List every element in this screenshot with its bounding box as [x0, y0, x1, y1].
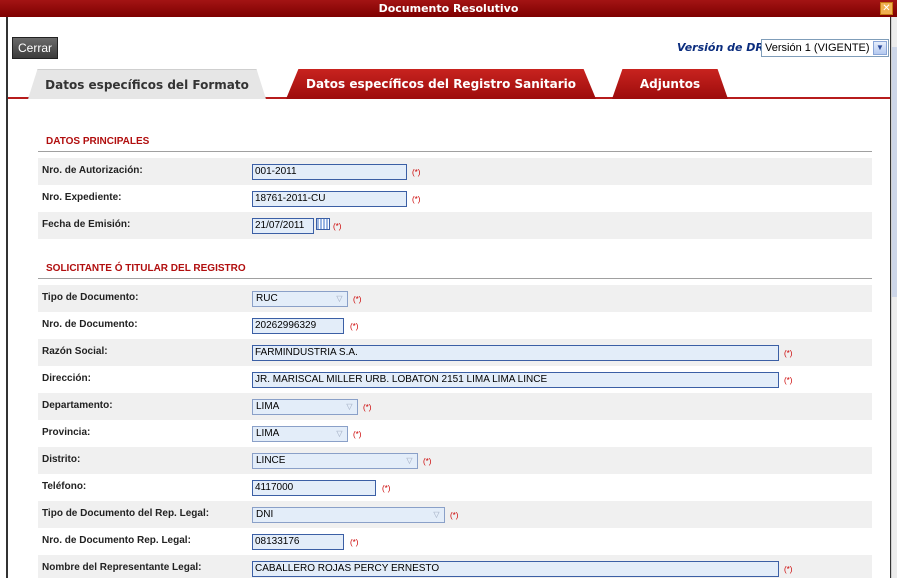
chevron-down-icon[interactable]: ▼ — [873, 41, 887, 55]
provincia-select[interactable]: LIMA ▽ — [252, 426, 348, 442]
section-title-solicitante: SOLICITANTE Ó TITULAR DEL REGISTRO — [46, 263, 246, 274]
chevron-down-icon[interactable]: ▽ — [430, 509, 443, 521]
required-marker: (*) — [784, 565, 793, 574]
form-row-departamento: Departamento: LIMA ▽ (*) — [38, 393, 872, 420]
razon-social-input[interactable]: FARMINDUSTRIA S.A. — [252, 345, 779, 361]
field-label: Nombre del Representante Legal: — [42, 562, 202, 573]
required-marker: (*) — [350, 322, 359, 331]
form-row-telefono: Teléfono: 4117000 (*) — [38, 474, 872, 501]
field-label: Tipo de Documento: — [42, 292, 139, 303]
form-row-nombre-rep: Nombre del Representante Legal: CABALLER… — [38, 555, 872, 578]
field-label: Departamento: — [42, 400, 113, 411]
version-select[interactable]: Versión 1 (VIGENTE) ▼ — [761, 39, 889, 57]
required-marker: (*) — [784, 376, 793, 385]
close-icon[interactable]: ✕ — [880, 2, 893, 15]
tipo-doc-rep-select[interactable]: DNI ▽ — [252, 507, 445, 523]
window-title-bar: Documento Resolutivo ✕ — [0, 0, 897, 17]
field-label: Nro. Expediente: — [42, 192, 122, 203]
form-row-nro-autorizacion: Nro. de Autorización: 001-2011 (*) — [38, 158, 872, 185]
departamento-select[interactable]: LIMA ▽ — [252, 399, 358, 415]
section-divider — [38, 278, 872, 279]
chevron-down-icon[interactable]: ▽ — [333, 428, 346, 440]
required-marker: (*) — [353, 295, 362, 304]
nombre-rep-input[interactable]: CABALLERO ROJAS PERCY ERNESTO — [252, 561, 779, 577]
field-label: Nro. de Documento Rep. Legal: — [42, 535, 191, 546]
tipo-documento-select[interactable]: RUC ▽ — [252, 291, 348, 307]
form-row-nro-expediente: Nro. Expediente: 18761-2011-CU (*) — [38, 185, 872, 212]
required-marker: (*) — [350, 538, 359, 547]
vertical-scrollbar[interactable] — [891, 17, 897, 578]
nro-expediente-input[interactable]: 18761-2011-CU — [252, 191, 407, 207]
required-marker: (*) — [423, 457, 432, 466]
required-marker: (*) — [412, 195, 421, 204]
required-marker: (*) — [353, 430, 362, 439]
required-marker: (*) — [363, 403, 372, 412]
select-value: LIMA — [256, 428, 280, 439]
form-row-nro-doc-rep: Nro. de Documento Rep. Legal: 08133176 (… — [38, 528, 872, 555]
field-label: Teléfono: — [42, 481, 87, 492]
tab-adjuntos[interactable]: Adjuntos — [612, 69, 728, 99]
tab-bar: Datos específicos del Formato Datos espe… — [8, 69, 890, 99]
chevron-down-icon[interactable]: ▽ — [343, 401, 356, 413]
section-title-datos-principales: DATOS PRINCIPALES — [46, 136, 150, 147]
chevron-down-icon[interactable]: ▽ — [333, 293, 346, 305]
calendar-icon[interactable] — [316, 218, 330, 230]
select-value: DNI — [256, 509, 274, 520]
field-label: Tipo de Documento del Rep. Legal: — [42, 508, 210, 519]
form-row-razon-social: Razón Social: FARMINDUSTRIA S.A. (*) — [38, 339, 872, 366]
required-marker: (*) — [450, 511, 459, 520]
select-value: LIMA — [256, 401, 280, 412]
version-label: Versión de DR: — [677, 41, 769, 54]
field-label: Dirección: — [42, 373, 91, 384]
nro-doc-rep-input[interactable]: 08133176 — [252, 534, 344, 550]
version-select-value: Versión 1 (VIGENTE) — [765, 42, 870, 54]
required-marker: (*) — [333, 222, 342, 231]
toolbar: Cerrar Versión de DR: Versión 1 (VIGENTE… — [8, 17, 890, 63]
section-divider — [38, 151, 872, 152]
direccion-input[interactable]: JR. MARISCAL MILLER URB. LOBATON 2151 LI… — [252, 372, 779, 388]
select-value: RUC — [256, 293, 278, 304]
field-label: Razón Social: — [42, 346, 108, 357]
field-label: Nro. de Autorización: — [42, 165, 143, 176]
field-label: Fecha de Emisión: — [42, 219, 131, 230]
required-marker: (*) — [784, 349, 793, 358]
tab-datos-formato[interactable]: Datos específicos del Formato — [28, 69, 266, 99]
dialog-frame: Cerrar Versión de DR: Versión 1 (VIGENTE… — [6, 17, 891, 578]
nro-autorizacion-input[interactable]: 001-2011 — [252, 164, 407, 180]
nro-documento-input[interactable]: 20262996329 — [252, 318, 344, 334]
form-row-distrito: Distrito: LINCE ▽ (*) — [38, 447, 872, 474]
field-label: Provincia: — [42, 427, 91, 438]
required-marker: (*) — [412, 168, 421, 177]
telefono-input[interactable]: 4117000 — [252, 480, 376, 496]
field-label: Nro. de Documento: — [42, 319, 138, 330]
fecha-emision-input[interactable]: 21/07/2011 — [252, 218, 314, 234]
window-title: Documento Resolutivo — [378, 2, 519, 15]
distrito-select[interactable]: LINCE ▽ — [252, 453, 418, 469]
tab-datos-registro-sanitario[interactable]: Datos específicos del Registro Sanitario — [286, 69, 596, 99]
scrollbar-thumb[interactable] — [892, 47, 897, 297]
form-row-tipo-doc-rep: Tipo de Documento del Rep. Legal: DNI ▽ … — [38, 501, 872, 528]
required-marker: (*) — [382, 484, 391, 493]
form-row-provincia: Provincia: LIMA ▽ (*) — [38, 420, 872, 447]
form-row-fecha-emision: Fecha de Emisión: 21/07/2011 (*) — [38, 212, 872, 239]
form-row-direccion: Dirección: JR. MARISCAL MILLER URB. LOBA… — [38, 366, 872, 393]
close-button[interactable]: Cerrar — [12, 37, 59, 59]
select-value: LINCE — [256, 455, 286, 466]
form-row-tipo-documento: Tipo de Documento: RUC ▽ (*) — [38, 285, 872, 312]
field-label: Distrito: — [42, 454, 81, 465]
chevron-down-icon[interactable]: ▽ — [403, 455, 416, 467]
form-row-nro-documento: Nro. de Documento: 20262996329 (*) — [38, 312, 872, 339]
